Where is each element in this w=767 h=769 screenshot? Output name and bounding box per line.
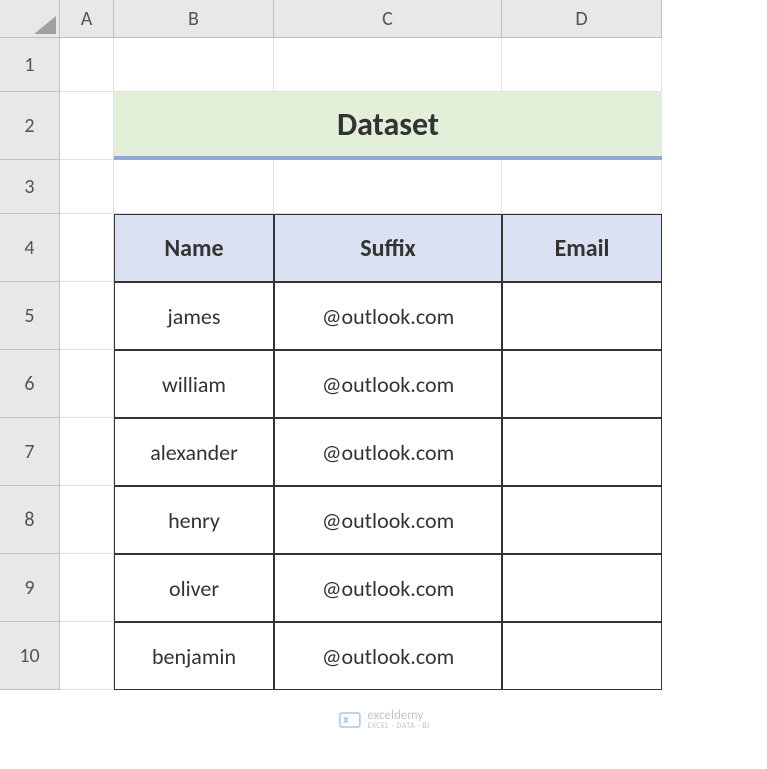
cell-d5[interactable]: [502, 282, 662, 350]
cell-d7[interactable]: [502, 418, 662, 486]
select-all-corner[interactable]: [0, 0, 60, 38]
col-header-c[interactable]: C: [274, 0, 502, 38]
spreadsheet-grid: A B C D 1 2 Dataset 3 4 Name Suffix Emai…: [0, 0, 767, 690]
watermark: exceldemy EXCEL · DATA · BI: [337, 707, 429, 731]
cell-a4[interactable]: [60, 214, 114, 282]
cell-b1[interactable]: [114, 38, 274, 92]
cell-b6[interactable]: william: [114, 350, 274, 418]
row-header-8[interactable]: 8: [0, 486, 60, 554]
col-header-b[interactable]: B: [114, 0, 274, 38]
cell-c7[interactable]: @outlook.com: [274, 418, 502, 486]
cell-a5[interactable]: [60, 282, 114, 350]
cell-c1[interactable]: [274, 38, 502, 92]
cell-a8[interactable]: [60, 486, 114, 554]
cell-d9[interactable]: [502, 554, 662, 622]
cell-d1[interactable]: [502, 38, 662, 92]
watermark-tagline: EXCEL · DATA · BI: [367, 722, 429, 730]
row-header-1[interactable]: 1: [0, 38, 60, 92]
cell-c10[interactable]: @outlook.com: [274, 622, 502, 690]
row-header-10[interactable]: 10: [0, 622, 60, 690]
cell-b9[interactable]: oliver: [114, 554, 274, 622]
row-header-3[interactable]: 3: [0, 160, 60, 214]
row-header-6[interactable]: 6: [0, 350, 60, 418]
cell-b5[interactable]: james: [114, 282, 274, 350]
cell-a7[interactable]: [60, 418, 114, 486]
cell-a3[interactable]: [60, 160, 114, 214]
col-header-a[interactable]: A: [60, 0, 114, 38]
row-header-5[interactable]: 5: [0, 282, 60, 350]
col-header-d[interactable]: D: [502, 0, 662, 38]
cell-a10[interactable]: [60, 622, 114, 690]
cell-c8[interactable]: @outlook.com: [274, 486, 502, 554]
watermark-icon: [337, 707, 361, 731]
cell-b8[interactable]: henry: [114, 486, 274, 554]
cell-d6[interactable]: [502, 350, 662, 418]
watermark-text: exceldemy EXCEL · DATA · BI: [367, 709, 429, 730]
cell-a6[interactable]: [60, 350, 114, 418]
watermark-brand: exceldemy: [367, 709, 429, 722]
cell-b10[interactable]: benjamin: [114, 622, 274, 690]
cell-a1[interactable]: [60, 38, 114, 92]
cell-d3[interactable]: [502, 160, 662, 214]
cell-b7[interactable]: alexander: [114, 418, 274, 486]
cell-c5[interactable]: @outlook.com: [274, 282, 502, 350]
row-header-9[interactable]: 9: [0, 554, 60, 622]
row-header-2[interactable]: 2: [0, 92, 60, 160]
cell-b3[interactable]: [114, 160, 274, 214]
cell-a9[interactable]: [60, 554, 114, 622]
cell-d8[interactable]: [502, 486, 662, 554]
table-header-name[interactable]: Name: [114, 214, 274, 282]
cell-c6[interactable]: @outlook.com: [274, 350, 502, 418]
row-header-7[interactable]: 7: [0, 418, 60, 486]
row-header-4[interactable]: 4: [0, 214, 60, 282]
cell-c3[interactable]: [274, 160, 502, 214]
table-header-email[interactable]: Email: [502, 214, 662, 282]
cell-c9[interactable]: @outlook.com: [274, 554, 502, 622]
dataset-title[interactable]: Dataset: [114, 92, 662, 160]
cell-d10[interactable]: [502, 622, 662, 690]
table-header-suffix[interactable]: Suffix: [274, 214, 502, 282]
cell-a2[interactable]: [60, 92, 114, 160]
